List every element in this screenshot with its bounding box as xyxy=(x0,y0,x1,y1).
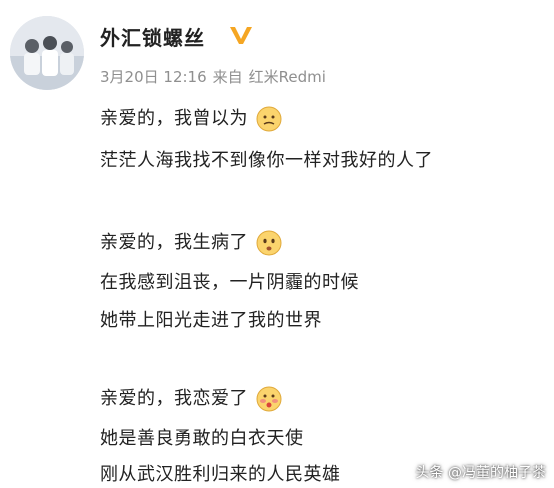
post-line: 亲爱的，我恋爱了 xyxy=(100,384,282,412)
watermark: 头条 @冯董的柚子茶 xyxy=(415,465,546,481)
username[interactable]: 外汇锁螺丝 xyxy=(100,22,205,51)
post-date: 3月20日 12:16 xyxy=(100,68,207,86)
post-line: 亲爱的，我生病了 xyxy=(100,228,282,256)
post-line: 茫茫人海我找不到像你一样对我好的人了 xyxy=(100,150,433,171)
post-line-text: 亲爱的，我生病了 xyxy=(100,232,248,253)
avatar[interactable] xyxy=(10,16,84,90)
post-line: 她带上阳光走进了我的世界 xyxy=(100,310,322,331)
post-line-text: 亲爱的，我恋爱了 xyxy=(100,388,248,409)
post-line: 她是善良勇敢的白衣天使 xyxy=(100,428,304,449)
post-line-text: 亲爱的，我曾以为 xyxy=(100,108,248,129)
post-meta: 3月20日 12:16 来自 红米Redmi xyxy=(100,66,332,87)
verified-v-icon xyxy=(230,27,252,44)
source-prefix: 来自 xyxy=(212,68,243,86)
post-line: 在我感到沮丧，一片阴霾的时候 xyxy=(100,272,359,293)
sick-face-icon xyxy=(256,230,282,256)
post-line: 刚从武汉胜利归来的人民英雄 xyxy=(100,464,341,485)
blushing-face-icon xyxy=(256,386,282,412)
post-line: 亲爱的，我曾以为 xyxy=(100,104,282,132)
device-name[interactable]: 红米Redmi xyxy=(249,68,326,86)
avatar-image xyxy=(10,16,84,90)
thinking-face-icon xyxy=(256,106,282,132)
